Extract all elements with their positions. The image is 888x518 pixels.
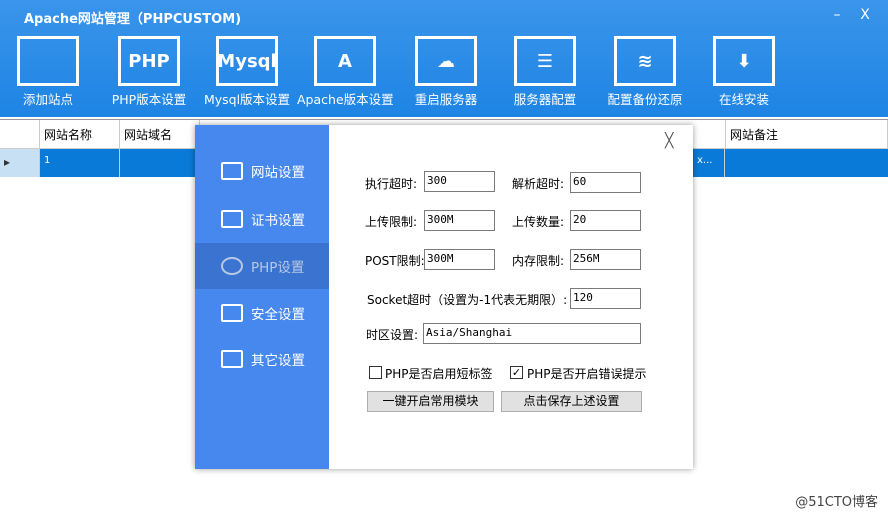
enable-modules-button[interactable]: 一键开启常用模块 xyxy=(367,391,494,412)
toolbar-label: Mysql版本设置 xyxy=(203,92,291,107)
parse-timeout-label: 解析超时: xyxy=(512,177,565,191)
col-site-name[interactable]: 网站名称 xyxy=(40,120,120,148)
toolbar-label: PHP版本设置 xyxy=(111,92,187,107)
minimize-button[interactable]: – xyxy=(824,4,850,26)
shield-bolt-icon xyxy=(221,304,243,322)
exec-timeout-input[interactable]: 300 xyxy=(424,171,495,192)
upload-limit-label: 上传限制: xyxy=(365,215,418,229)
display-errors-checkbox[interactable]: ✓ xyxy=(510,366,523,379)
toolbar-mysql-button[interactable]: Mysql Mysql版本设置 xyxy=(199,36,295,108)
row-marker: ▸ xyxy=(0,149,40,177)
toolbar-label: 服务器配置 xyxy=(513,92,577,107)
toolbar-php-button[interactable]: PHP PHP版本设置 xyxy=(101,36,197,108)
col-site-note[interactable]: 网站备注 xyxy=(725,120,888,148)
certificate-icon xyxy=(221,210,243,228)
window-title: Apache网站管理（PHPCUSTOM) xyxy=(24,12,242,27)
dialog-close-icon[interactable]: ╳ xyxy=(665,133,673,149)
toolbox-icon xyxy=(221,350,243,368)
memory-limit-input[interactable]: 256M xyxy=(570,249,641,270)
toolbar-label: Apache版本设置 xyxy=(297,92,394,107)
cell-site-name: 1 xyxy=(40,149,120,177)
timezone-input[interactable]: Asia/Shanghai xyxy=(423,323,641,344)
settings-nav: 网站设置证书设置 PHP设置安全设置其它设置 xyxy=(195,125,329,469)
memory-limit-label: 内存限制: xyxy=(512,254,565,268)
nav-item-0[interactable]: 网站设置 xyxy=(195,148,329,194)
toolbar-monitor-button[interactable]: 添加站点 xyxy=(0,36,96,108)
header: Apache网站管理（PHPCUSTOM) – X 添加站点 PHP PHP版本设置… xyxy=(0,0,888,117)
socket-timeout-input[interactable]: 120 xyxy=(570,288,641,309)
display-errors-label: PHP是否开启错误提示 xyxy=(527,367,647,381)
sliders-icon: ☰ xyxy=(514,36,576,86)
layers-icon: ≋ xyxy=(614,36,676,86)
close-button[interactable]: X xyxy=(852,4,878,26)
save-settings-button[interactable]: 点击保存上述设置 xyxy=(501,391,642,412)
exec-timeout-label: 执行超时: xyxy=(365,177,418,191)
mysql-icon: Mysql xyxy=(216,36,278,86)
post-limit-label: POST限制: xyxy=(365,254,425,268)
post-limit-input[interactable]: 300M xyxy=(424,249,495,270)
upload-count-input[interactable]: 20 xyxy=(570,210,641,231)
nav-label: 证书设置 xyxy=(251,213,305,229)
nav-item-3[interactable]: 安全设置 xyxy=(195,290,329,336)
nav-label: 安全设置 xyxy=(251,307,305,323)
monitor-icon xyxy=(17,36,79,86)
short-tag-label: PHP是否启用短标签 xyxy=(385,367,493,381)
nav-item-2[interactable]: PHP设置 xyxy=(195,243,329,289)
toolbar-download-cloud-button[interactable]: ⬇ 在线安装 xyxy=(696,36,792,108)
php-icon: PHP xyxy=(118,36,180,86)
nav-item-4[interactable]: 其它设置 xyxy=(195,336,329,382)
watermark: @51CTO博客 xyxy=(795,495,878,510)
parse-timeout-input[interactable]: 60 xyxy=(570,172,641,193)
nav-item-1[interactable]: 证书设置 xyxy=(195,196,329,242)
toolbar-label: 添加站点 xyxy=(22,92,73,107)
timezone-label: 时区设置: xyxy=(366,328,419,342)
nav-label: 其它设置 xyxy=(251,353,305,369)
cell-truncated: x... xyxy=(693,149,725,177)
toolbar-layers-button[interactable]: ≋ 配置备份还原 xyxy=(597,36,693,108)
php-settings-dialog: 网站设置 证书设置 PHP设置 安全设置 其它设置 ╳ 执行超时: 300 解析超时: … xyxy=(195,125,693,469)
download-cloud-icon: ⬇ xyxy=(713,36,775,86)
cloud-restart-icon: ☁ xyxy=(415,36,477,86)
toolbar-label: 配置备份还原 xyxy=(607,92,683,107)
upload-count-label: 上传数量: xyxy=(512,215,565,229)
nav-label: 网站设置 xyxy=(251,165,305,181)
upload-limit-input[interactable]: 300M xyxy=(424,210,495,231)
col-site-domain[interactable]: 网站域名 xyxy=(120,120,200,148)
toolbar-apache-button[interactable]: A Apache版本设置 xyxy=(297,36,394,108)
socket-timeout-label: Socket超时（设置为-1代表无期限）: xyxy=(367,293,568,307)
apache-icon: A xyxy=(314,36,376,86)
php-gear-icon xyxy=(221,257,243,275)
monitor-icon xyxy=(221,162,243,180)
toolbar-label: 在线安装 xyxy=(718,92,769,107)
toolbar-sliders-button[interactable]: ☰ 服务器配置 xyxy=(497,36,593,108)
nav-label: PHP设置 xyxy=(251,260,305,276)
toolbar-label: 重启服务器 xyxy=(414,92,478,107)
toolbar-cloud-restart-button[interactable]: ☁ 重启服务器 xyxy=(398,36,494,108)
short-tag-checkbox[interactable] xyxy=(369,366,382,379)
